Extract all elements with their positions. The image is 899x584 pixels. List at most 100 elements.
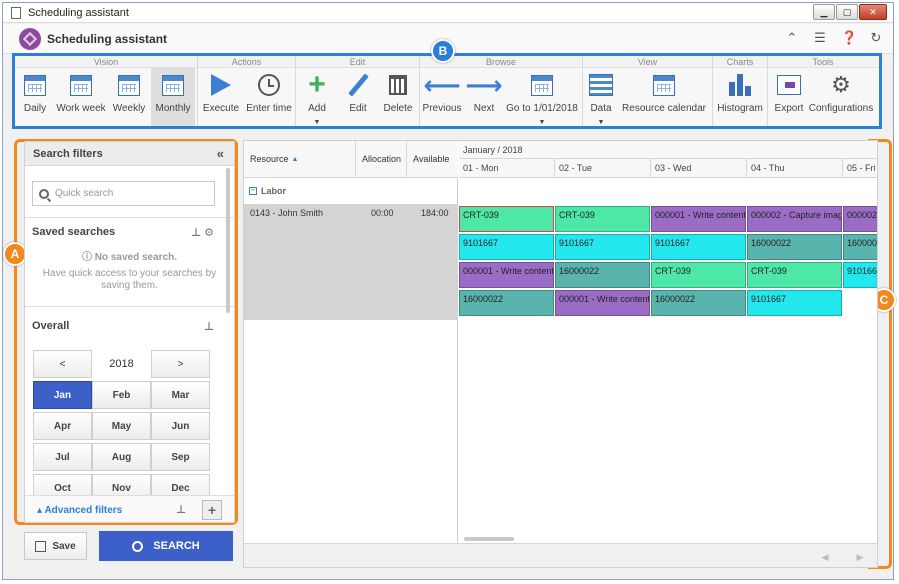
app-logo-icon xyxy=(19,27,41,50)
task-block[interactable]: CRT-039 xyxy=(555,206,650,232)
previous-button[interactable]: ⟵ Previous xyxy=(420,68,464,126)
go-to-date-button[interactable]: Go to 1/01/2018 ▼ xyxy=(504,68,580,126)
export-icon xyxy=(777,75,801,95)
enter-time-button[interactable]: Enter time xyxy=(244,68,294,126)
collapse-panel-icon[interactable]: « xyxy=(217,146,224,161)
ribbon-group-tools: Tools Export ⚙ Configurations xyxy=(768,56,878,126)
column-header-allocation[interactable]: Allocation xyxy=(356,141,407,178)
task-block[interactable]: 9101667 xyxy=(651,234,746,260)
filters-title: Search filters xyxy=(33,147,103,160)
data-button[interactable]: Data ▼ xyxy=(583,68,619,126)
task-block[interactable]: 16000022 xyxy=(459,290,554,316)
maximize-button[interactable]: ▢ xyxy=(836,4,858,20)
next-button[interactable]: ⟶ Next xyxy=(464,68,504,126)
help-icon[interactable]: ❓ xyxy=(841,31,857,45)
resource-row[interactable]: 0143 - John Smith 00:00 184:00 xyxy=(244,204,458,320)
ribbon-group-charts: Charts Histogram xyxy=(713,56,768,126)
next-year-button[interactable]: > xyxy=(151,350,210,378)
resource-calendar-icon xyxy=(653,74,675,96)
group-row-labor[interactable]: – Labor xyxy=(244,179,458,203)
clock-icon xyxy=(258,74,280,96)
add-filter-button[interactable]: + xyxy=(202,500,222,520)
task-block[interactable]: 000001 - Write content xyxy=(459,262,554,288)
grid-horizontal-scrollbar[interactable] xyxy=(464,537,514,541)
task-block[interactable]: CRT-039 xyxy=(459,206,554,232)
task-block[interactable]: 16000022 xyxy=(555,262,650,288)
weekly-button[interactable]: Weekly xyxy=(107,68,151,126)
clear-icon[interactable]: ⊥ xyxy=(204,320,214,333)
work-week-button[interactable]: Work week xyxy=(55,68,107,126)
month-button-mar[interactable]: Mar xyxy=(151,381,210,409)
next-label: Next xyxy=(473,103,495,114)
document-icon xyxy=(11,6,21,19)
gears-icon: ⚙ xyxy=(831,72,851,97)
execute-button[interactable]: Execute xyxy=(198,68,244,126)
edit-button[interactable]: Edit xyxy=(338,68,378,126)
ribbon-group-actions: Actions Execute Enter time xyxy=(198,56,296,126)
month-picker: Jan Feb Mar Apr May Jun Jul Aug Sep Oct Nov Dec xyxy=(33,381,234,502)
month-button-jul[interactable]: Jul xyxy=(33,443,92,471)
clear-icon[interactable]: ⊥ xyxy=(176,503,186,516)
task-block[interactable]: 000002 xyxy=(843,206,877,232)
resource-calendar-button[interactable]: Resource calendar xyxy=(619,68,709,126)
save-label: Save xyxy=(52,540,76,552)
minimize-button[interactable]: ▁ xyxy=(813,4,835,20)
year-navigator: < 2018 > xyxy=(33,350,234,378)
task-block[interactable]: 9101667 xyxy=(555,234,650,260)
task-block[interactable]: 16000022 xyxy=(651,290,746,316)
scheduler-grid: Resource ▲ Allocation Available – Labor 0… xyxy=(243,140,878,568)
advanced-filters-bar[interactable]: ▴ Advanced filters ⊥ + xyxy=(25,495,234,522)
task-block[interactable]: 9101667 xyxy=(459,234,554,260)
month-button-feb[interactable]: Feb xyxy=(92,381,151,409)
table-icon xyxy=(589,74,613,96)
month-button-sep[interactable]: Sep xyxy=(151,443,210,471)
callout-badge-b: B xyxy=(431,39,455,63)
list-icon[interactable]: ☰ xyxy=(813,31,827,45)
collapse-group-icon[interactable]: – xyxy=(249,187,257,195)
prev-year-button[interactable]: < xyxy=(33,350,92,378)
window-titlebar: Scheduling assistant ▁ ▢ ✕ xyxy=(3,3,893,23)
page-prev-icon[interactable]: ◀ xyxy=(812,548,838,566)
task-block[interactable]: 16000022 xyxy=(747,234,842,260)
task-block[interactable]: 000002 - Capture image xyxy=(747,206,842,232)
task-block[interactable]: 000001 - Write content xyxy=(555,290,650,316)
clear-gear-icons[interactable]: ⊥ ⚙ xyxy=(191,226,214,239)
task-block[interactable]: CRT-039 xyxy=(651,262,746,288)
calendar-icon xyxy=(24,74,46,96)
month-button-apr[interactable]: Apr xyxy=(33,412,92,440)
task-block[interactable]: 9101667 xyxy=(843,262,877,288)
arrow-right-icon: ⟶ xyxy=(465,70,503,100)
quick-search-placeholder: Quick search xyxy=(55,188,114,199)
daily-button[interactable]: Daily xyxy=(15,68,55,126)
add-button[interactable]: + Add ▼ xyxy=(296,68,338,127)
filters-scrollbar[interactable] xyxy=(226,168,230,313)
monthly-button[interactable]: Monthly xyxy=(151,68,195,126)
column-header-available[interactable]: Available xyxy=(407,141,458,178)
day-header: 03 - Wed xyxy=(651,159,747,178)
task-block[interactable]: 16000022 xyxy=(843,234,877,260)
collapse-up-icon[interactable]: ⌃ xyxy=(785,31,799,45)
month-button-may[interactable]: May xyxy=(92,412,151,440)
histogram-button[interactable]: Histogram xyxy=(713,68,767,126)
configurations-button[interactable]: ⚙ Configurations xyxy=(809,68,873,126)
delete-button[interactable]: Delete xyxy=(378,68,418,126)
export-button[interactable]: Export xyxy=(768,68,810,126)
task-block[interactable]: 9101667 xyxy=(747,290,842,316)
month-button-aug[interactable]: Aug xyxy=(92,443,151,471)
plus-icon: + xyxy=(308,68,326,101)
calendar-icon xyxy=(70,74,92,96)
save-button[interactable]: Save xyxy=(24,532,87,560)
advanced-filters-toggle[interactable]: ▴ Advanced filters xyxy=(37,505,122,516)
month-button-jun[interactable]: Jun xyxy=(151,412,210,440)
month-button-jan[interactable]: Jan xyxy=(33,381,92,409)
search-icon xyxy=(39,188,49,199)
quick-search-input[interactable]: Quick search xyxy=(32,181,215,206)
search-button[interactable]: SEARCH xyxy=(99,531,233,561)
close-button[interactable]: ✕ xyxy=(859,4,887,20)
task-block[interactable]: CRT-039 xyxy=(747,262,842,288)
task-block[interactable]: 000001 - Write content xyxy=(651,206,746,232)
column-header-resource[interactable]: Resource ▲ xyxy=(244,141,356,178)
refresh-icon[interactable]: ↻ xyxy=(869,31,883,45)
page-next-icon[interactable]: ▶ xyxy=(847,548,873,566)
resource-available: 184:00 xyxy=(421,208,449,218)
